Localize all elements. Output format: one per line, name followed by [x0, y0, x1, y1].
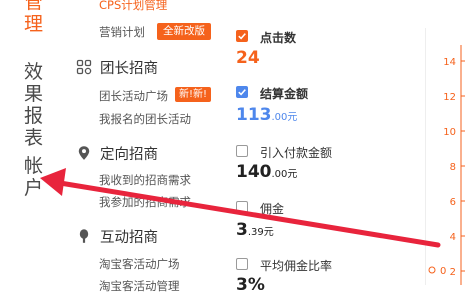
settlement-value: 113.00元 — [236, 105, 297, 125]
y-tick-label: 8 — [450, 162, 456, 173]
commission-dec: .39元 — [247, 227, 274, 238]
vertical-nav: 管理 效果报表 帐户 — [0, 0, 60, 285]
section-dingxiang-title: 定向招商 — [100, 146, 158, 163]
y-tick-label: 2 — [450, 267, 456, 278]
payment-int: 140 — [236, 162, 272, 182]
payment-label: 引入付款金额 — [260, 146, 333, 160]
commission-checkbox[interactable] — [236, 201, 248, 213]
tuanzhang-square-link[interactable]: 团长活动广场 — [99, 88, 168, 104]
nav-account-label: 帐户 — [24, 155, 44, 199]
commission-int: 3 — [236, 220, 248, 240]
y-tick-label: 14 — [443, 57, 456, 68]
metric-avg-ratio: 平均佣金比率 3% — [236, 257, 411, 295]
clicks-number: 24 — [236, 48, 260, 68]
new-badge: 新!新! — [175, 87, 212, 102]
x-origin-marker — [428, 266, 436, 274]
trend-chart: 14 12 10 8 6 4 2 0 — [424, 0, 470, 285]
y-axis-ticks: 14 12 10 8 6 4 20 — [428, 57, 465, 278]
y-tick-label: 12 — [443, 92, 456, 103]
y-tick-label: 10 — [443, 127, 456, 138]
section-hudong[interactable]: 互动招商 — [76, 226, 158, 246]
hudong-manage-link[interactable]: 淘宝客活动管理 — [99, 278, 180, 294]
check-icon — [238, 33, 246, 40]
clicks-checkbox[interactable] — [236, 30, 248, 42]
metric-payment: 引入付款金额 140.00元 — [236, 144, 411, 188]
balloon-icon — [76, 228, 92, 244]
sub-menu: CPS计划管理 营销计划 全新改版 团长招商 团长活动广场 新!新! 我报名的团… — [62, 0, 222, 293]
cps-plan-link[interactable]: CPS计划管理 — [99, 0, 167, 13]
metric-commission: 佣金 3.39元 — [236, 200, 411, 244]
hudong-square-link[interactable]: 淘宝客活动广场 — [99, 256, 180, 272]
new-version-badge: 全新改版 — [157, 23, 211, 40]
section-hudong-title: 互动招商 — [100, 229, 158, 246]
section-tuanzhang-title: 团长招商 — [100, 60, 158, 77]
clicks-label: 点击数 — [260, 31, 297, 45]
avg-ratio-number: 3% — [236, 275, 265, 295]
settlement-label: 结算金额 — [260, 87, 309, 101]
nav-reports[interactable]: 效果报表 — [24, 61, 46, 149]
clicks-value: 24 — [236, 48, 260, 68]
location-pin-icon — [76, 145, 92, 161]
avg-ratio-checkbox[interactable] — [236, 258, 248, 270]
avg-ratio-value: 3% — [236, 275, 265, 295]
settlement-int: 113 — [236, 105, 272, 125]
nav-manage[interactable]: 管理 — [24, 0, 46, 35]
nav-manage-label: 管理 — [24, 0, 44, 35]
commission-value: 3.39元 — [236, 220, 274, 240]
avg-ratio-label: 平均佣金比率 — [260, 259, 333, 273]
dingxiang-received-link[interactable]: 我收到的招商需求 — [99, 172, 191, 188]
grid-icon — [76, 59, 92, 75]
settlement-dec: .00元 — [271, 112, 298, 123]
metric-clicks: 点击数 24 — [236, 29, 411, 73]
marketing-plan-link[interactable]: 营销计划 — [99, 24, 145, 40]
payment-dec: .00元 — [271, 169, 298, 180]
commission-label: 佣金 — [260, 202, 285, 216]
payment-value: 140.00元 — [236, 162, 297, 182]
settlement-checkbox[interactable] — [236, 86, 248, 98]
tuanzhang-mine-link[interactable]: 我报名的团长活动 — [99, 111, 191, 127]
nav-account[interactable]: 帐户 — [24, 155, 46, 199]
x-tick-label: 0 — [440, 266, 446, 277]
y-tick-label: 4 — [450, 232, 456, 243]
y-tick-label: 6 — [450, 197, 456, 208]
section-dingxiang[interactable]: 定向招商 — [76, 143, 158, 163]
nav-reports-label: 效果报表 — [24, 61, 44, 149]
check-icon — [238, 89, 246, 96]
section-tuanzhang[interactable]: 团长招商 — [76, 57, 158, 77]
metric-settlement: 结算金额 113.00元 — [236, 85, 411, 129]
chart-canvas: 14 12 10 8 6 4 20 — [424, 28, 465, 285]
dingxiang-joined-link[interactable]: 我参加的招商需求 — [99, 194, 191, 210]
payment-checkbox[interactable] — [236, 145, 248, 157]
